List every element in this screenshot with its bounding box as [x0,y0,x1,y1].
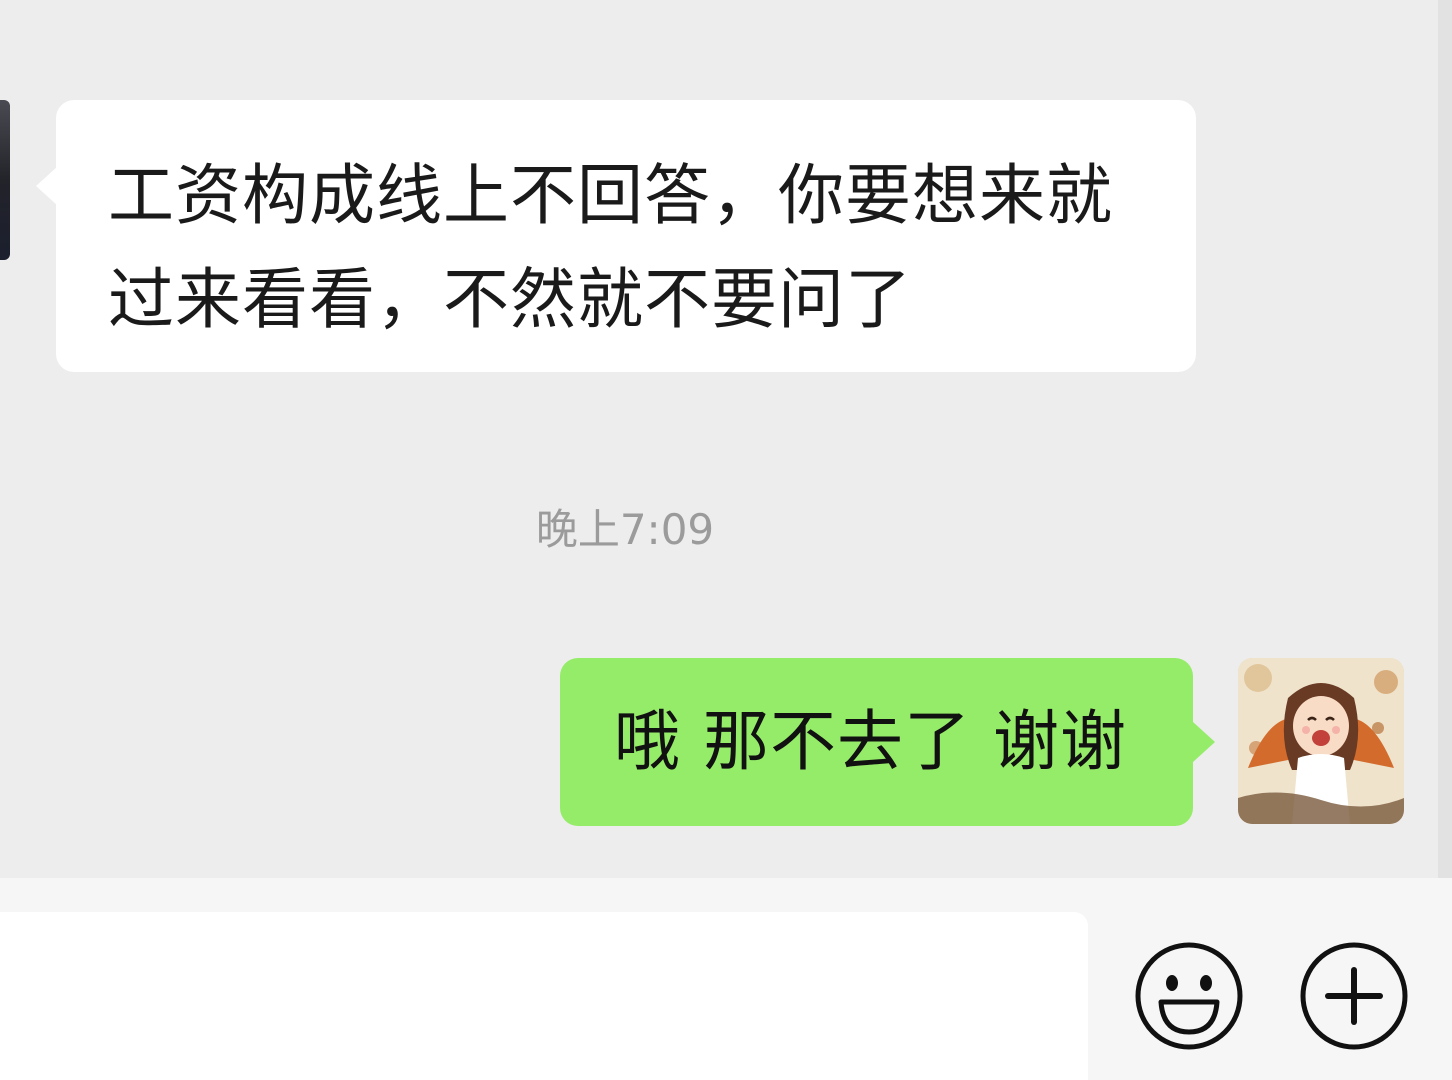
plus-circle-icon [1300,942,1408,1050]
chat-message-list[interactable]: 工资构成线上不回答，你要想来就 过来看看，不然就不要问了 晚上7:09 哦 那不… [0,0,1452,878]
incoming-message-line-2: 过来看看，不然就不要问了 [108,261,912,338]
incoming-message-bubble[interactable]: 工资构成线上不回答，你要想来就 过来看看，不然就不要问了 [36,100,1196,372]
message-input[interactable] [0,912,1088,1080]
message-timestamp: 晚上7:09 [535,505,715,554]
smiley-face-icon [1135,942,1243,1050]
outgoing-message-text: 哦 那不去了 谢谢 [614,703,1127,780]
anime-girl-avatar-image [1238,658,1404,824]
scroll-track [1438,0,1452,878]
more-options-button[interactable] [1298,940,1410,1052]
contact-avatar[interactable] [0,100,10,260]
outgoing-message-bubble[interactable]: 哦 那不去了 谢谢 [560,658,1215,826]
emoji-button[interactable] [1133,940,1245,1052]
user-avatar[interactable] [1238,658,1404,824]
incoming-message-line-1: 工资构成线上不回答，你要想来就 [108,157,1113,234]
